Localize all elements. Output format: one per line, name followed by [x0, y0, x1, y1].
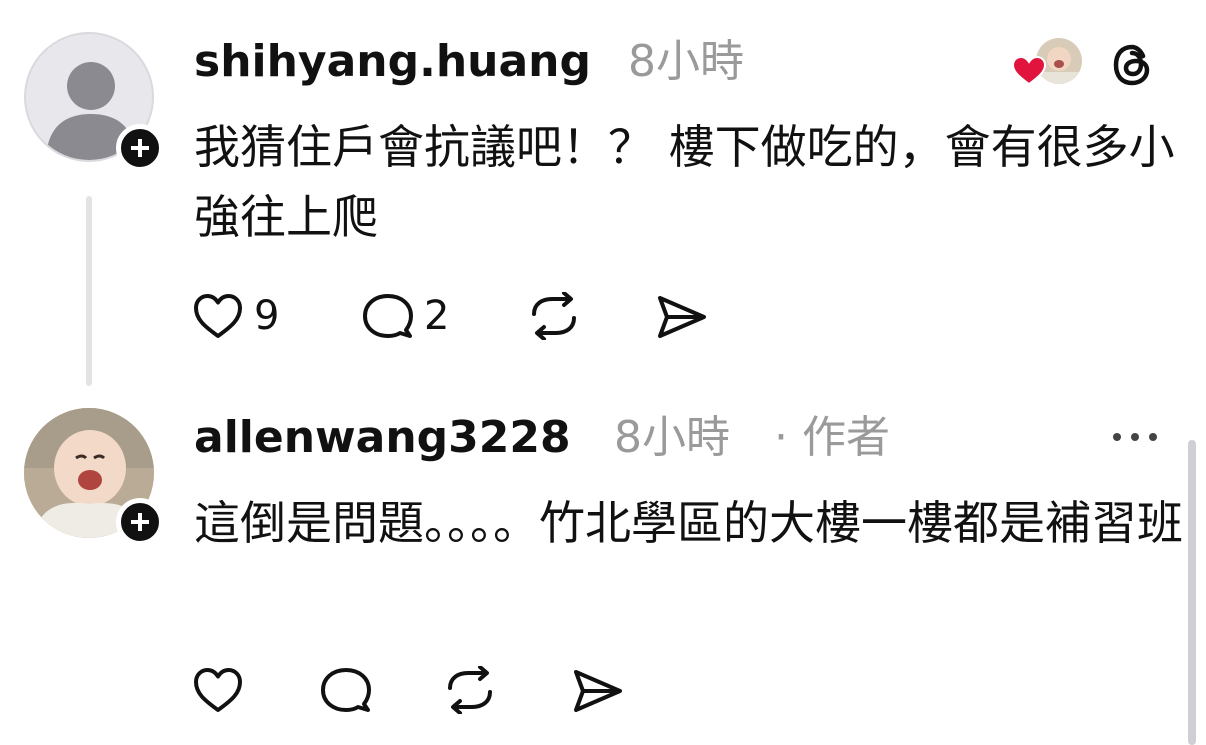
- repost-icon[interactable]: [526, 292, 582, 340]
- timestamp: 8小時: [614, 412, 730, 463]
- heart-outline-icon[interactable]: [192, 666, 244, 714]
- author-tag: · 作者: [774, 412, 890, 463]
- speech-bubble-icon[interactable]: [320, 666, 372, 714]
- threads-logo-icon[interactable]: [1110, 42, 1156, 88]
- heart-outline-icon: [194, 294, 242, 338]
- username[interactable]: allenwang3228: [194, 412, 571, 464]
- comment-body: 我猜住戶會抗議吧！？ 樓下做吃的，會有很多小強往上爬: [194, 120, 1175, 244]
- plus-icon: [131, 139, 149, 157]
- heart-filled-icon: [1012, 56, 1046, 86]
- username[interactable]: shihyang.huang: [194, 36, 591, 88]
- repost-icon[interactable]: [442, 666, 498, 714]
- timestamp: 8小時: [628, 36, 744, 87]
- like-button[interactable]: 9: [192, 292, 279, 340]
- like-count: 9: [254, 293, 280, 339]
- reply-count: 2: [424, 293, 450, 339]
- follow-button[interactable]: [116, 124, 164, 172]
- reply-button[interactable]: 2: [362, 292, 449, 340]
- thread-line: [86, 196, 92, 386]
- follow-button[interactable]: [116, 498, 164, 546]
- plus-icon: [131, 513, 149, 531]
- liked-by-indicator[interactable]: [1012, 36, 1086, 86]
- scrollbar[interactable]: [1188, 440, 1196, 745]
- send-icon[interactable]: [654, 294, 708, 340]
- speech-bubble-icon: [363, 294, 413, 338]
- more-options-icon[interactable]: [1110, 430, 1160, 444]
- send-icon[interactable]: [570, 668, 624, 714]
- comment-body: 這倒是問題。。。。竹北學區的大樓一樓都是補習班: [194, 496, 1183, 550]
